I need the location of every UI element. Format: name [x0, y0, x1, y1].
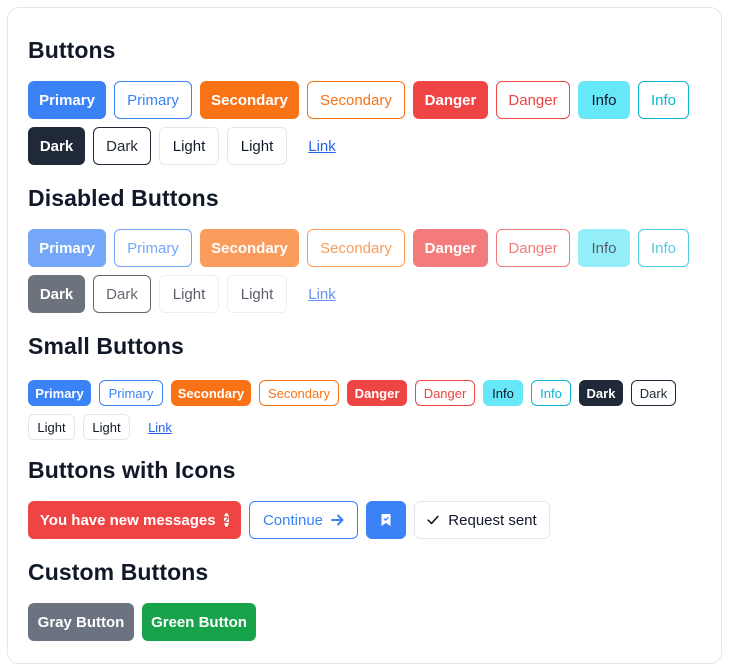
small-dark-outline-button[interactable]: Dark	[631, 380, 676, 406]
small-secondary-outline-button[interactable]: Secondary	[259, 380, 339, 406]
small-info-outline-button[interactable]: Info	[531, 380, 571, 406]
light-button[interactable]: Light	[159, 127, 219, 165]
disabled-danger-button: Danger	[413, 229, 488, 267]
buttons-card: Buttons Primary Primary Secondary Second…	[7, 7, 722, 664]
small-row: Primary Primary Secondary Secondary Dang…	[28, 380, 701, 406]
info-button[interactable]: Info	[578, 81, 630, 119]
link-button[interactable]: Link	[295, 127, 349, 165]
icons-row: You have new messages 2 Continue Request…	[28, 501, 701, 539]
light-outline-button[interactable]: Light	[227, 127, 287, 165]
section-title-buttons: Buttons	[28, 37, 116, 63]
section-title-small: Small Buttons	[28, 333, 184, 359]
buttons-section: Buttons Primary Primary Secondary Second…	[28, 37, 701, 165]
dark-outline-button[interactable]: Dark	[93, 127, 151, 165]
custom-section: Custom Buttons Gray Button Green Button	[28, 559, 701, 641]
disabled-dark-outline-button: Dark	[93, 275, 151, 313]
small-danger-button[interactable]: Danger	[347, 380, 407, 406]
small-row-2: Light Light Link	[28, 414, 701, 440]
disabled-light-outline-button: Light	[227, 275, 287, 313]
request-sent-button[interactable]: Request sent	[414, 501, 550, 539]
bookmark-button[interactable]	[366, 501, 406, 539]
bookmark-icon	[380, 513, 392, 527]
icons-section: Buttons with Icons You have new messages…	[28, 457, 701, 539]
new-messages-button[interactable]: You have new messages 2	[28, 501, 241, 539]
check-icon	[427, 515, 439, 525]
gray-button[interactable]: Gray Button	[28, 603, 134, 641]
small-danger-outline-button[interactable]: Danger	[415, 380, 475, 406]
buttons-row-2: Dark Dark Light Light Link	[28, 127, 701, 165]
disabled-light-button: Light	[159, 275, 219, 313]
disabled-dark-button: Dark	[28, 275, 85, 313]
section-title-disabled: Disabled Buttons	[28, 185, 219, 211]
section-title-custom: Custom Buttons	[28, 559, 209, 585]
primary-outline-button[interactable]: Primary	[114, 81, 192, 119]
dark-button[interactable]: Dark	[28, 127, 85, 165]
custom-row: Gray Button Green Button	[28, 603, 701, 641]
continue-label: Continue	[262, 511, 324, 529]
secondary-button[interactable]: Secondary	[200, 81, 299, 119]
small-light-button[interactable]: Light	[28, 414, 75, 440]
section-title-icons: Buttons with Icons	[28, 457, 236, 483]
disabled-info-button: Info	[578, 229, 630, 267]
small-secondary-button[interactable]: Secondary	[171, 380, 251, 406]
disabled-row: Primary Primary Secondary Secondary Dang…	[28, 229, 701, 267]
request-sent-label: Request sent	[448, 511, 537, 529]
disabled-row-2: Dark Dark Light Light Link	[28, 275, 701, 313]
small-primary-outline-button[interactable]: Primary	[99, 380, 163, 406]
continue-button[interactable]: Continue	[249, 501, 358, 539]
arrow-right-icon	[331, 514, 344, 526]
small-info-button[interactable]: Info	[483, 380, 523, 406]
danger-outline-button[interactable]: Danger	[496, 81, 570, 119]
disabled-section: Disabled Buttons Primary Primary Seconda…	[28, 185, 701, 313]
disabled-secondary-button: Secondary	[200, 229, 299, 267]
messages-count-badge: 2	[223, 513, 230, 527]
disabled-danger-outline-button: Danger	[496, 229, 570, 267]
disabled-info-outline-button: Info	[638, 229, 689, 267]
buttons-row: Primary Primary Secondary Secondary Dang…	[28, 81, 701, 119]
info-outline-button[interactable]: Info	[638, 81, 689, 119]
small-dark-button[interactable]: Dark	[579, 380, 623, 406]
small-link-button[interactable]: Link	[138, 414, 182, 440]
disabled-link-button: Link	[295, 275, 349, 313]
danger-button[interactable]: Danger	[413, 81, 488, 119]
small-light-outline-button[interactable]: Light	[83, 414, 130, 440]
disabled-primary-button: Primary	[28, 229, 106, 267]
small-primary-button[interactable]: Primary	[28, 380, 91, 406]
secondary-outline-button[interactable]: Secondary	[307, 81, 405, 119]
small-section: Small Buttons Primary Primary Secondary …	[28, 333, 701, 440]
disabled-secondary-outline-button: Secondary	[307, 229, 405, 267]
disabled-primary-outline-button: Primary	[114, 229, 192, 267]
new-messages-label: You have new messages	[39, 511, 216, 529]
green-button[interactable]: Green Button	[142, 603, 256, 641]
primary-button[interactable]: Primary	[28, 81, 106, 119]
